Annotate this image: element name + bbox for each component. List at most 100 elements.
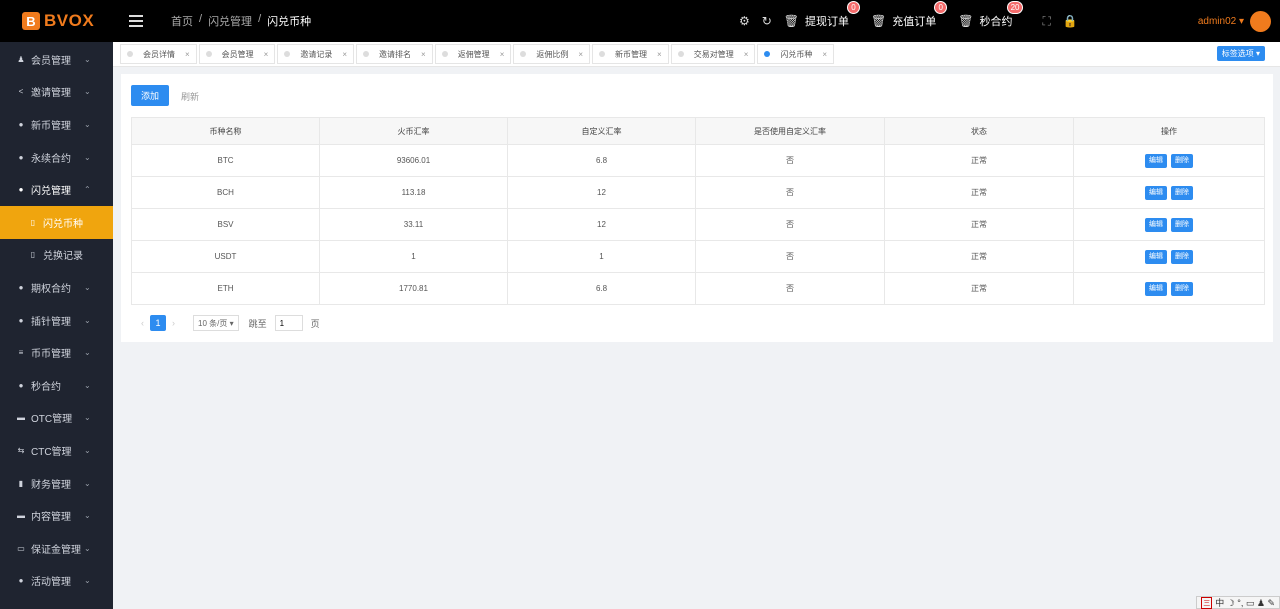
fullscreen-icon[interactable]: ⛶ <box>1042 14 1050 29</box>
sidebar-item-otc[interactable]: ▬ OTC管理 ⌄ <box>0 402 113 435</box>
sidebar-item-members[interactable]: ♟ 会员管理 ⌄ <box>0 43 113 76</box>
user-menu[interactable]: admin02 ▾ <box>1198 16 1244 27</box>
sidebar-item-invite[interactable]: < 邀请管理 ⌄ <box>0 76 113 109</box>
close-icon[interactable]: × <box>185 50 190 59</box>
close-icon[interactable]: × <box>822 50 827 59</box>
edit-button[interactable]: 编辑 <box>1145 281 1167 296</box>
sidebar-item-ctc[interactable]: ⇆ CTC管理 ⌄ <box>0 434 113 467</box>
delete-button[interactable]: 删除 <box>1171 249 1193 264</box>
close-icon[interactable]: × <box>744 50 749 59</box>
sidebar-item-newcoin[interactable]: ● 新币管理 ⌄ <box>0 108 113 141</box>
column-header[interactable]: 是否使用自定义汇率 <box>695 117 885 145</box>
second-badge: 20 <box>1006 1 1024 14</box>
card-icon: ▭ <box>17 543 25 553</box>
table-row: BTC 93606.01 6.8 否 正常 编辑 删除 <box>131 144 1265 177</box>
column-header[interactable]: 火币汇率 <box>319 117 508 145</box>
page-size-select[interactable]: 10 条/页 ▾ <box>193 315 239 331</box>
delete-button[interactable]: 删除 <box>1171 217 1193 232</box>
tab-rebate-ratio[interactable]: 返佣比例 × <box>513 44 591 64</box>
page-number[interactable]: 1 <box>150 315 166 331</box>
tab-rebate-manage[interactable]: 返佣管理 × <box>434 44 512 64</box>
column-header[interactable]: 币种名称 <box>131 117 320 145</box>
logo[interactable]: B BVOX <box>0 0 113 42</box>
trash-icon: 🗑 <box>958 14 974 28</box>
sidebar-item-flash-coins[interactable]: ▯ 闪兑币种 <box>0 205 113 239</box>
prev-page-icon[interactable]: ‹ <box>141 318 144 328</box>
second-contract-button[interactable]: 秒合约 20 <box>979 1 1024 29</box>
column-header[interactable]: 自定义汇率 <box>507 117 696 145</box>
sidebar-item-perpetual[interactable]: ● 永续合约 ⌄ <box>0 141 113 174</box>
next-page-icon[interactable]: › <box>172 318 175 328</box>
sidebar-item-spike[interactable]: ● 插针管理 ⌄ <box>0 304 113 337</box>
cell-status: 正常 <box>884 176 1074 209</box>
sidebar-item-activity[interactable]: ● 活动管理 ⌄ <box>0 565 113 598</box>
close-icon[interactable]: × <box>342 50 347 59</box>
sliders-icon: ≡ <box>18 348 24 358</box>
chevron-up-icon: ⌃ <box>84 185 91 195</box>
recharge-orders-button[interactable]: 充值订单 0 <box>892 1 948 29</box>
tab-invite-ranking[interactable]: 邀请排名 × <box>356 44 433 64</box>
withdraw-orders-button[interactable]: 提现订单 0 <box>805 1 860 29</box>
delete-button[interactable]: 删除 <box>1171 153 1193 168</box>
sidebar-item-options[interactable]: ● 期权合约 ⌄ <box>0 271 113 304</box>
recharge-orders-label: 充值订单 <box>892 16 937 28</box>
tab-member-detail[interactable]: 会员详情 × <box>120 44 197 64</box>
refresh-button[interactable]: 刷新 <box>181 90 199 103</box>
avatar[interactable] <box>1250 10 1271 32</box>
sidebar-item-label: 财务管理 <box>31 479 71 491</box>
tab-newcoin-manage[interactable]: 新币管理 × <box>592 44 669 64</box>
cell-status: 正常 <box>884 144 1074 177</box>
breadcrumb-home[interactable]: 首页 <box>171 13 193 29</box>
ime-status[interactable]: 中 ☽ °, ▭ ♟ ✎ <box>1215 596 1275 609</box>
pagination: ‹ 1 › 10 条/页 ▾ 跳至 页 <box>135 315 320 331</box>
tab-member-manage[interactable]: 会员管理 × <box>198 44 276 64</box>
lock-icon[interactable]: 🔒 <box>1063 14 1078 28</box>
edit-button[interactable]: 编辑 <box>1145 153 1167 168</box>
tab-options-button[interactable]: 标签选项 ▾ <box>1216 46 1265 61</box>
sidebar-item-deposit[interactable]: ▭ 保证金管理 ⌄ <box>0 532 113 565</box>
close-icon[interactable]: × <box>421 50 426 59</box>
chevron-down-icon: ⌄ <box>84 511 91 521</box>
sidebar-item-finance[interactable]: ▮ 财务管理 ⌄ <box>0 467 113 500</box>
delete-button[interactable]: 删除 <box>1171 281 1193 296</box>
recharge-badge: 0 <box>934 1 948 14</box>
sidebar-item-content[interactable]: ▬ 内容管理 ⌄ <box>0 499 113 532</box>
chevron-down-icon: ⌄ <box>84 413 91 423</box>
tab-dot <box>363 51 370 57</box>
withdraw-orders-label: 提现订单 <box>805 16 849 28</box>
chevron-down-icon: ⌄ <box>84 576 91 586</box>
close-icon[interactable]: × <box>657 50 662 59</box>
tab-invite-records[interactable]: 邀请记录 × <box>277 44 355 64</box>
sidebar-item-flash[interactable]: ● 闪兑管理 ⌃ <box>0 173 113 206</box>
sidebar-item-second-contract[interactable]: ● 秒合约 ⌄ <box>0 369 113 402</box>
cube-icon: ● <box>18 576 24 586</box>
sidebar-item-label: 闪兑币种 <box>43 218 83 230</box>
close-icon[interactable]: × <box>500 50 505 59</box>
tab-dot <box>284 51 291 57</box>
edit-button[interactable]: 编辑 <box>1145 217 1167 232</box>
sidebar-item-exchange-records[interactable]: ▯ 兑换记录 <box>0 239 113 272</box>
settings-icon[interactable]: ⚙ <box>739 14 750 28</box>
tab-pair-manage[interactable]: 交易对管理 × <box>670 44 756 64</box>
cell-coin: ETH <box>131 272 320 305</box>
tab-flash-coins[interactable]: 闪兑币种 × <box>757 44 835 64</box>
delete-button[interactable]: 删除 <box>1171 185 1193 200</box>
chevron-down-icon: ⌄ <box>84 119 91 129</box>
edit-button[interactable]: 编辑 <box>1145 185 1167 200</box>
sidebar-item-spot[interactable]: ≡ 币币管理 ⌄ <box>0 336 113 369</box>
sidebar-item-label: CTC管理 <box>31 446 72 458</box>
page-unit-label: 页 <box>310 318 320 329</box>
close-icon[interactable]: × <box>578 50 583 59</box>
tab-dot <box>677 51 684 57</box>
menu-toggle-icon[interactable] <box>129 15 143 27</box>
jump-page-input[interactable] <box>274 315 303 331</box>
breadcrumb-flash[interactable]: 闪兑管理 <box>208 13 252 29</box>
second-contract-label: 秒合约 <box>979 16 1013 28</box>
cell-use-custom: 否 <box>695 272 885 305</box>
cube-icon: ● <box>18 185 24 195</box>
edit-button[interactable]: 编辑 <box>1145 249 1167 264</box>
add-button[interactable]: 添加 <box>131 85 169 106</box>
close-icon[interactable]: × <box>264 50 269 59</box>
refresh-icon[interactable]: ↻ <box>762 14 772 28</box>
column-header[interactable]: 状态 <box>884 117 1074 145</box>
